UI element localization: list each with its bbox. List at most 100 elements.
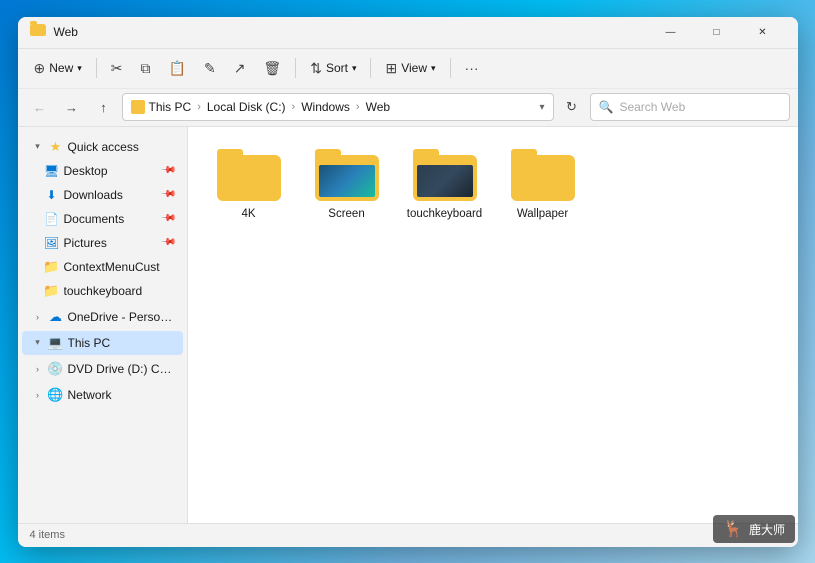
view-icon: ⊞: [385, 60, 397, 77]
sidebar-contextmenucust-label: ContextMenuCust: [64, 260, 175, 274]
network-icon: 🌐: [48, 387, 64, 403]
touchkb-preview: [417, 165, 473, 197]
sidebar-item-pictures[interactable]: 🖼 Pictures 📌: [22, 231, 183, 255]
address-dropdown-icon[interactable]: ▾: [539, 102, 544, 113]
item-count: 4 items: [30, 529, 65, 541]
up-button[interactable]: ↑: [90, 93, 118, 121]
sidebar-dvd-label: DVD Drive (D:) CCCC: [68, 362, 175, 376]
share-icon: ↗: [234, 60, 246, 77]
sort-button[interactable]: ⇅ Sort ▾: [302, 53, 364, 83]
folder-label-wallpaper: Wallpaper: [517, 207, 568, 222]
copy-button[interactable]: ⧉: [133, 53, 159, 83]
sidebar-network-label: Network: [68, 388, 175, 402]
watermark: 🦌 鹿大师: [713, 515, 795, 543]
expand-quick-access-icon: ▾: [32, 141, 44, 153]
sidebar-item-this-pc[interactable]: ▾ 💻 This PC: [22, 331, 183, 355]
toolbar-separator-1: [96, 58, 97, 78]
paste-icon: 📋: [169, 60, 186, 77]
sidebar-section-quick-access: ▾ ★ Quick access 🖥 Desktop 📌 ⬇ Downloads…: [18, 135, 187, 303]
screen-preview: [319, 165, 375, 197]
watermark-text: 鹿大师: [749, 521, 785, 538]
new-button[interactable]: ⊕ New ▾: [26, 53, 90, 83]
folder-label-screen: Screen: [328, 207, 364, 222]
folder-icon-screen: [315, 149, 379, 201]
file-item-wallpaper[interactable]: Wallpaper: [498, 143, 588, 228]
sidebar-item-contextmenucust[interactable]: 📁 ContextMenuCust: [22, 255, 183, 279]
search-placeholder: Search Web: [619, 100, 685, 114]
address-box[interactable]: This PC › Local Disk (C:) › Windows › We…: [122, 93, 554, 121]
sidebar-pictures-label: Pictures: [64, 236, 159, 250]
rename-button[interactable]: ✎: [196, 53, 224, 83]
sort-icon: ⇅: [310, 60, 322, 77]
more-icon: ···: [465, 60, 479, 76]
view-chevron-icon: ▾: [431, 63, 436, 74]
sidebar-item-desktop[interactable]: 🖥 Desktop 📌: [22, 159, 183, 183]
pictures-icon: 🖼: [44, 235, 60, 251]
sidebar-section-dvd: › 💿 DVD Drive (D:) CCCC: [18, 357, 187, 381]
sidebar-item-quick-access[interactable]: ▾ ★ Quick access: [22, 135, 183, 159]
refresh-button[interactable]: ↻: [558, 93, 586, 121]
sidebar-item-touchkeyboard[interactable]: 📁 touchkeyboard: [22, 279, 183, 303]
sidebar-item-downloads[interactable]: ⬇ Downloads 📌: [22, 183, 183, 207]
pc-icon: 💻: [48, 335, 64, 351]
new-chevron-icon: ▾: [77, 63, 82, 74]
toolbar-separator-2: [295, 58, 296, 78]
maximize-button[interactable]: □: [694, 17, 740, 49]
search-icon: 🔍: [599, 100, 614, 114]
sidebar-section-onedrive: › ☁ OneDrive - Personal: [18, 305, 187, 329]
sidebar-item-network[interactable]: › 🌐 Network: [22, 383, 183, 407]
file-item-screen[interactable]: Screen: [302, 143, 392, 228]
close-button[interactable]: ✕: [740, 17, 786, 49]
status-bar: 4 items: [18, 523, 798, 547]
minimize-button[interactable]: —: [648, 17, 694, 49]
sidebar-item-onedrive[interactable]: › ☁ OneDrive - Personal: [22, 305, 183, 329]
view-button[interactable]: ⊞ View ▾: [377, 53, 443, 83]
sidebar-item-documents[interactable]: 📄 Documents 📌: [22, 207, 183, 231]
expand-this-pc-icon: ▾: [32, 337, 44, 349]
view-label: View: [401, 61, 427, 75]
cut-button[interactable]: ✂: [103, 53, 131, 83]
pin-downloads-icon: 📌: [160, 186, 177, 203]
breadcrumb-this-pc[interactable]: This PC: [149, 100, 192, 114]
expand-dvd-icon: ›: [32, 363, 44, 375]
cut-icon: ✂: [111, 60, 123, 77]
sidebar-item-dvd[interactable]: › 💿 DVD Drive (D:) CCCC: [22, 357, 183, 381]
sidebar-downloads-label: Downloads: [64, 188, 159, 202]
title-bar: Web — □ ✕: [18, 17, 798, 49]
delete-button[interactable]: 🗑: [255, 53, 289, 83]
file-item-4k[interactable]: 4K: [204, 143, 294, 228]
toolbar-separator-3: [370, 58, 371, 78]
documents-icon: 📄: [44, 211, 60, 227]
address-folder-icon: [131, 100, 145, 114]
folder-icon-wallpaper: [511, 149, 575, 201]
delete-icon: 🗑: [263, 60, 281, 77]
folder-contextmenu-icon: 📁: [44, 259, 60, 275]
dvd-icon: 💿: [48, 361, 64, 377]
sort-label: Sort: [326, 61, 348, 75]
window-controls: — □ ✕: [648, 17, 786, 49]
sidebar: ▾ ★ Quick access 🖥 Desktop 📌 ⬇ Downloads…: [18, 127, 188, 523]
quick-access-label: Quick access: [68, 140, 175, 154]
forward-button[interactable]: →: [58, 93, 86, 121]
folder-label-touchkeyboard: touchkeyboard: [407, 207, 482, 222]
breadcrumb-windows[interactable]: Windows: [301, 100, 350, 114]
back-button[interactable]: ←: [26, 93, 54, 121]
new-icon: ⊕: [34, 60, 46, 77]
sort-chevron-icon: ▾: [352, 63, 357, 74]
sidebar-onedrive-label: OneDrive - Personal: [68, 310, 175, 324]
breadcrumb-local-disk[interactable]: Local Disk (C:): [207, 100, 286, 114]
sidebar-section-this-pc: ▾ 💻 This PC: [18, 331, 187, 355]
file-area: 4K Screen: [188, 127, 798, 523]
more-button[interactable]: ···: [457, 53, 487, 83]
search-box[interactable]: 🔍 Search Web: [590, 93, 790, 121]
address-bar: ← → ↑ This PC › Local Disk (C:) › Window…: [18, 89, 798, 127]
pin-icon: 📌: [160, 162, 177, 179]
breadcrumb-web[interactable]: Web: [366, 100, 390, 114]
file-item-touchkeyboard[interactable]: touchkeyboard: [400, 143, 490, 228]
share-button[interactable]: ↗: [226, 53, 254, 83]
watermark-logo: 🦌: [723, 519, 743, 539]
paste-button[interactable]: 📋: [161, 53, 194, 83]
star-icon: ★: [48, 139, 64, 155]
sidebar-touchkeyboard-label: touchkeyboard: [64, 284, 175, 298]
onedrive-icon: ☁: [48, 309, 64, 325]
